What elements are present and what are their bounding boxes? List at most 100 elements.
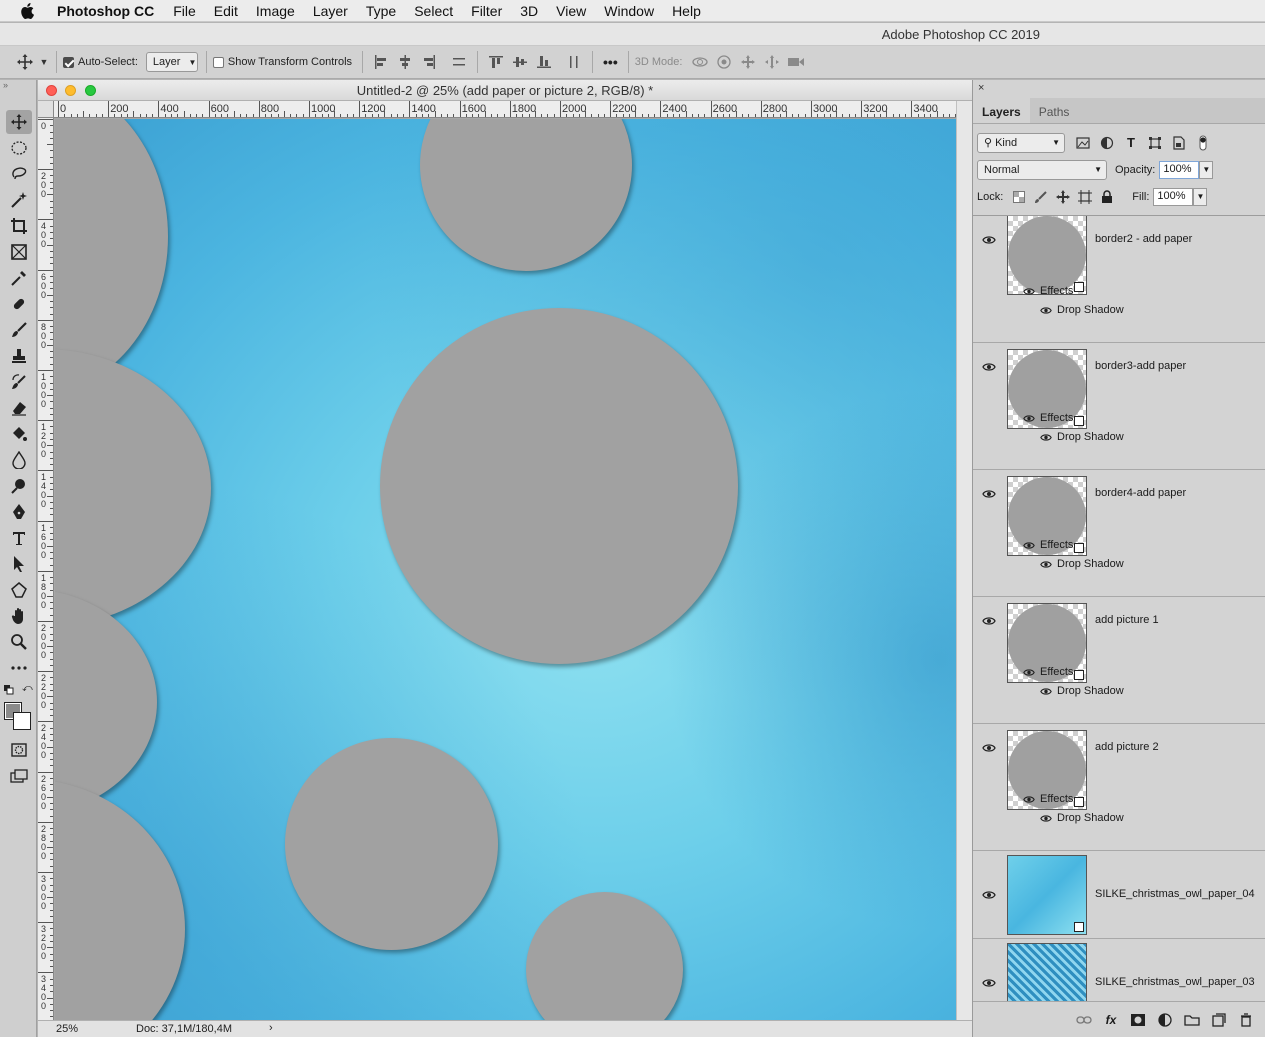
menu-select[interactable]: Select: [405, 3, 462, 19]
layer-row[interactable]: border3-add paper Effects Drop Shadow: [973, 343, 1265, 470]
more-tools-icon[interactable]: [6, 656, 32, 680]
filter-toggle-icon[interactable]: [1191, 133, 1215, 153]
healing-icon[interactable]: [6, 292, 32, 316]
shape-filter-icon[interactable]: [1143, 133, 1167, 153]
add-layer-style-icon[interactable]: fx: [1100, 1010, 1122, 1030]
video-3d-icon[interactable]: [784, 50, 808, 74]
visibility-eye-icon[interactable]: [982, 362, 996, 372]
default-colors-icon[interactable]: [4, 684, 14, 695]
status-menu-arrow[interactable]: ›: [269, 1022, 273, 1034]
eraser-icon[interactable]: [6, 396, 32, 420]
vertical-ruler[interactable]: 0 2 0 0 4 0 0 6 0 0 8 0 0 1 0 0 0 1 2 0 0 1 4 0…: [38, 118, 54, 1020]
align-vertical-center-icon[interactable]: [508, 50, 532, 74]
visibility-eye-icon[interactable]: [1023, 287, 1035, 296]
align-right-icon[interactable]: [417, 50, 441, 74]
pan-3d-icon[interactable]: [736, 50, 760, 74]
layer-name[interactable]: SILKE_christmas_owl_paper_03: [1095, 976, 1255, 988]
visibility-eye-icon[interactable]: [1023, 414, 1035, 423]
history-brush-icon[interactable]: [6, 370, 32, 394]
lasso-icon[interactable]: [6, 162, 32, 186]
placeholder-circle-bottom-left[interactable]: [285, 738, 498, 950]
layer-row[interactable]: SILKE_christmas_owl_paper_04: [973, 851, 1265, 939]
align-top-icon[interactable]: [484, 50, 508, 74]
menu-help[interactable]: Help: [663, 3, 710, 19]
auto-select-checkbox[interactable]: [63, 56, 74, 68]
visibility-eye-icon[interactable]: [1023, 668, 1035, 677]
type-filter-icon[interactable]: T: [1119, 133, 1143, 153]
hand-icon[interactable]: [6, 604, 32, 628]
layer-name[interactable]: add picture 2: [1095, 741, 1159, 753]
path-select-icon[interactable]: [6, 552, 32, 576]
pixel-filter-icon[interactable]: [1071, 133, 1095, 153]
pen-icon[interactable]: [6, 500, 32, 524]
lock-transparent-icon[interactable]: [1008, 187, 1030, 207]
layer-name[interactable]: border4-add paper: [1095, 487, 1186, 499]
drop-shadow-row[interactable]: Drop Shadow: [1040, 812, 1124, 824]
orbit-3d-icon[interactable]: [688, 50, 712, 74]
tool-preset-chevron-icon[interactable]: ▼: [38, 57, 50, 67]
new-adjustment-layer-icon[interactable]: [1154, 1010, 1176, 1030]
zoom-icon[interactable]: [6, 630, 32, 654]
type-icon[interactable]: [6, 526, 32, 550]
effects-row[interactable]: Effects: [1023, 666, 1073, 678]
effects-row[interactable]: Effects: [1023, 285, 1073, 297]
visibility-eye-icon[interactable]: [982, 489, 996, 499]
menu-window[interactable]: Window: [595, 3, 663, 19]
shape-icon[interactable]: [6, 578, 32, 602]
visibility-eye-icon[interactable]: [1040, 814, 1052, 823]
fill-field[interactable]: 100%: [1153, 187, 1194, 206]
layer-row[interactable]: add picture 1 Effects Drop Shadow: [973, 597, 1265, 724]
lock-position-icon[interactable]: [1052, 187, 1074, 207]
apple-icon[interactable]: [20, 2, 34, 19]
fill-dropdown-icon[interactable]: ▼: [1193, 187, 1208, 206]
opacity-field[interactable]: 100%: [1159, 160, 1200, 179]
layer-name[interactable]: border2 - add paper: [1095, 233, 1192, 245]
lock-all-icon[interactable]: [1096, 187, 1118, 207]
more-options-icon[interactable]: •••: [603, 54, 618, 70]
layer-row[interactable]: border4-add paper Effects Drop Shadow: [973, 470, 1265, 597]
new-layer-icon[interactable]: [1208, 1010, 1230, 1030]
smart-object-filter-icon[interactable]: [1167, 133, 1191, 153]
menu-image[interactable]: Image: [247, 3, 304, 19]
lock-pixels-icon[interactable]: [1030, 187, 1052, 207]
visibility-eye-icon[interactable]: [982, 890, 996, 900]
tab-paths[interactable]: Paths: [1030, 98, 1079, 123]
placeholder-circle-center[interactable]: [380, 308, 738, 664]
blur-icon[interactable]: [6, 448, 32, 472]
quick-mask-icon[interactable]: [6, 738, 32, 762]
align-bottom-icon[interactable]: [532, 50, 556, 74]
crop-icon[interactable]: [6, 214, 32, 238]
distribute-vertical-icon[interactable]: [562, 50, 586, 74]
move-icon[interactable]: [6, 110, 32, 134]
visibility-eye-icon[interactable]: [1040, 306, 1052, 315]
distribute-horizontal-icon[interactable]: [447, 50, 471, 74]
filter-kind-dropdown[interactable]: ⚲ Kind ▼: [977, 132, 1065, 153]
move-tool-preset-icon[interactable]: [12, 49, 38, 75]
visibility-eye-icon[interactable]: [1023, 795, 1035, 804]
ellipse-marquee-icon[interactable]: [6, 136, 32, 160]
dodge-icon[interactable]: [6, 474, 32, 498]
menu-layer[interactable]: Layer: [304, 3, 357, 19]
tools-panel-collapse-icon[interactable]: »: [0, 80, 36, 94]
slide-3d-icon[interactable]: [760, 50, 784, 74]
menu-filter[interactable]: Filter: [462, 3, 511, 19]
layer-name[interactable]: add picture 1: [1095, 614, 1159, 626]
visibility-eye-icon[interactable]: [1040, 433, 1052, 442]
visibility-eye-icon[interactable]: [982, 235, 996, 245]
opacity-dropdown-icon[interactable]: ▼: [1199, 160, 1214, 179]
ruler-origin[interactable]: [38, 101, 54, 118]
tab-layers[interactable]: Layers: [973, 98, 1030, 123]
visibility-eye-icon[interactable]: [1040, 560, 1052, 569]
new-group-icon[interactable]: [1181, 1010, 1203, 1030]
layer-name[interactable]: SILKE_christmas_owl_paper_04: [1095, 888, 1255, 900]
drop-shadow-row[interactable]: Drop Shadow: [1040, 685, 1124, 697]
menu-app-name[interactable]: Photoshop CC: [48, 3, 164, 19]
magic-wand-icon[interactable]: [6, 188, 32, 212]
auto-select-dropdown[interactable]: Layer ▼: [145, 52, 198, 72]
show-transform-checkbox[interactable]: [212, 56, 224, 68]
layer-row[interactable]: SILKE_christmas_owl_paper_03: [973, 939, 1265, 1001]
delete-layer-icon[interactable]: [1235, 1010, 1257, 1030]
visibility-eye-icon[interactable]: [982, 616, 996, 626]
drop-shadow-row[interactable]: Drop Shadow: [1040, 304, 1124, 316]
visibility-eye-icon[interactable]: [982, 978, 996, 988]
